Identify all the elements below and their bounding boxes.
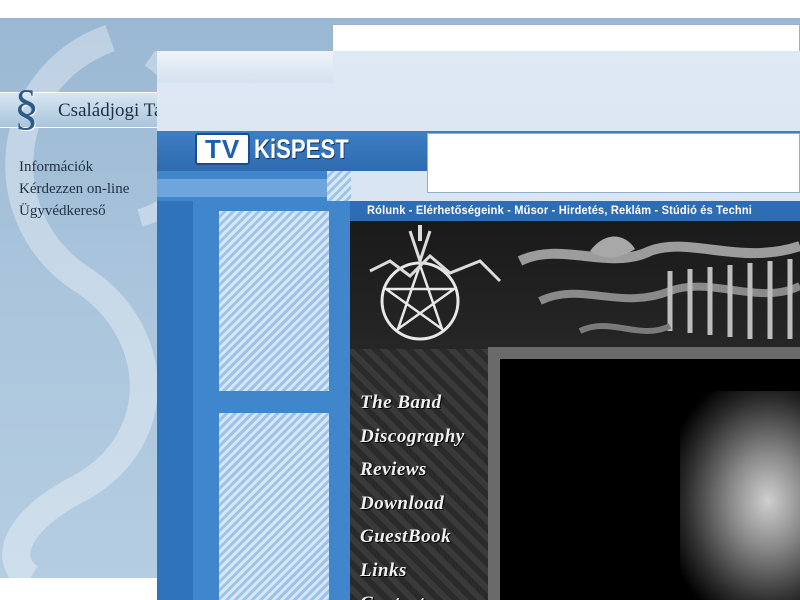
- legal-nav-kerdezzen[interactable]: Kérdezzen on-line: [19, 178, 129, 200]
- tv-horizontal-bar: [193, 391, 350, 413]
- tv-kispest-logo[interactable]: TV KiSPEST: [195, 133, 370, 165]
- band-menu-links[interactable]: Links: [360, 554, 465, 588]
- band-menu: The Band Discography Reviews Download Gu…: [360, 386, 465, 600]
- tv-side-column: [157, 201, 193, 600]
- band-logo-artwork: [369, 225, 800, 341]
- legal-nav: Információk Kérdezzen on-line Ügyvédkere…: [19, 156, 129, 222]
- band-menu-guestbook[interactable]: GuestBook: [360, 520, 465, 554]
- band-menu-contact[interactable]: Contact: [360, 587, 465, 600]
- band-menu-the-band[interactable]: The Band: [360, 386, 465, 420]
- tv-logo-tv: TV: [195, 133, 251, 165]
- band-site-layer: The Band Discography Reviews Download Gu…: [350, 221, 800, 600]
- tv-banner-box: [427, 133, 800, 193]
- band-header-artwork: [350, 221, 800, 349]
- legal-nav-ugyvedkereso[interactable]: Ügyvédkereső: [19, 200, 129, 222]
- legal-nav-informaciok[interactable]: Információk: [19, 156, 129, 178]
- band-photo: [680, 391, 800, 600]
- tv-side-band: [157, 179, 350, 197]
- tv-stripe-pattern-top: [327, 171, 351, 201]
- band-menu-reviews[interactable]: Reviews: [360, 453, 465, 487]
- tv-nav-links[interactable]: Rólunk - Elérhetőségeink - Műsor - Hirde…: [367, 203, 752, 219]
- band-menu-download[interactable]: Download: [360, 487, 465, 521]
- band-menu-discography[interactable]: Discography: [360, 420, 465, 454]
- tv-logo-name: KiSPEST: [254, 133, 349, 164]
- tv-header-panel: [157, 51, 333, 83]
- section-sign-icon: §: [14, 79, 39, 135]
